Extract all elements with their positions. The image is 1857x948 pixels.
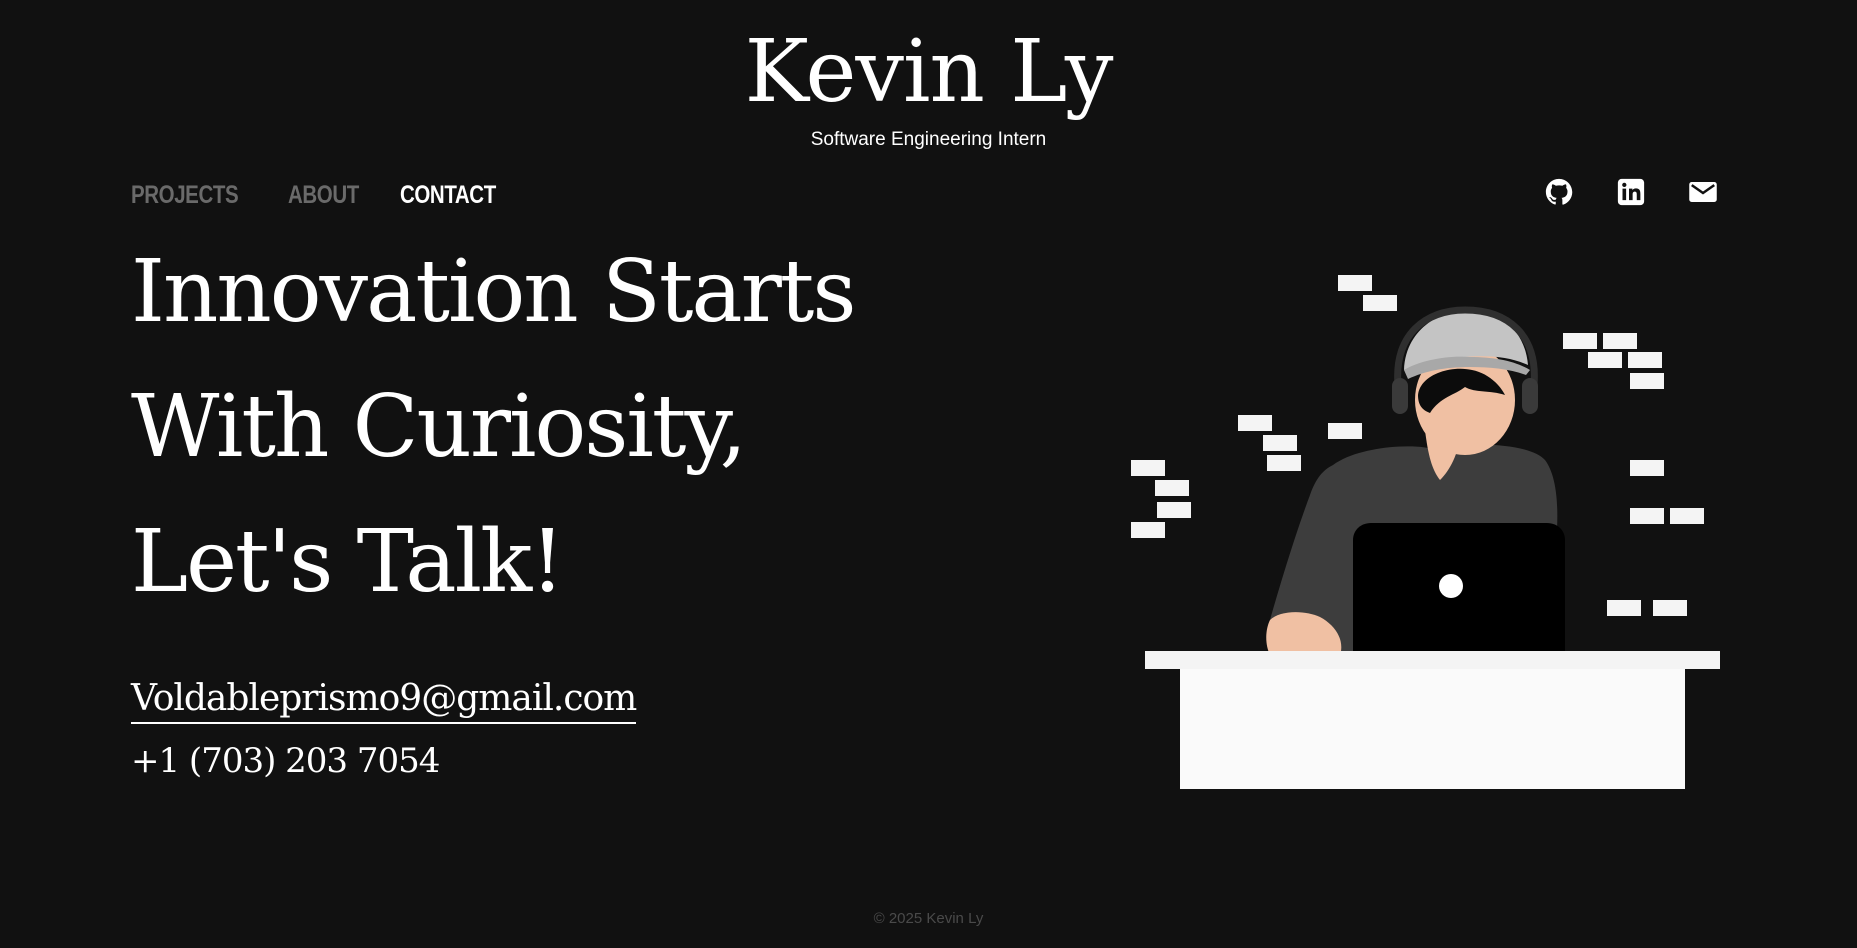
linkedin-icon[interactable] bbox=[1616, 177, 1646, 207]
contact-page: Kevin Ly Software Engineering Intern PRO… bbox=[0, 0, 1857, 948]
developer-illustration bbox=[1131, 275, 1720, 789]
nav-link-projects[interactable]: PROJECTS bbox=[131, 178, 239, 212]
footer-copyright: © 2025 Kevin Ly bbox=[873, 910, 984, 927]
site-subtitle: Software Engineering Intern bbox=[810, 129, 1047, 150]
nav-link-contact[interactable]: CONTACT bbox=[400, 178, 496, 212]
desk bbox=[1145, 651, 1720, 789]
main-nav: PROJECTS ABOUT CONTACT bbox=[131, 178, 503, 212]
person-figure bbox=[1266, 306, 1565, 655]
github-icon[interactable] bbox=[1544, 177, 1574, 207]
nav-link-about[interactable]: ABOUT bbox=[288, 178, 359, 212]
site-title: Kevin Ly bbox=[744, 22, 1114, 122]
phone-number: +1 (703) 203 7054 bbox=[131, 741, 440, 781]
social-links bbox=[1544, 177, 1718, 207]
headline-line-2: With Curiosity, bbox=[131, 377, 747, 477]
headline-line-1: Innovation Starts bbox=[131, 242, 856, 342]
headline-line-3: Let's Talk! bbox=[131, 512, 565, 612]
email-link[interactable]: Voldableprismo9@gmail.com bbox=[131, 676, 637, 724]
mail-icon[interactable] bbox=[1688, 177, 1718, 207]
hero-headline: Innovation Starts With Curiosity, Let's … bbox=[131, 225, 856, 630]
